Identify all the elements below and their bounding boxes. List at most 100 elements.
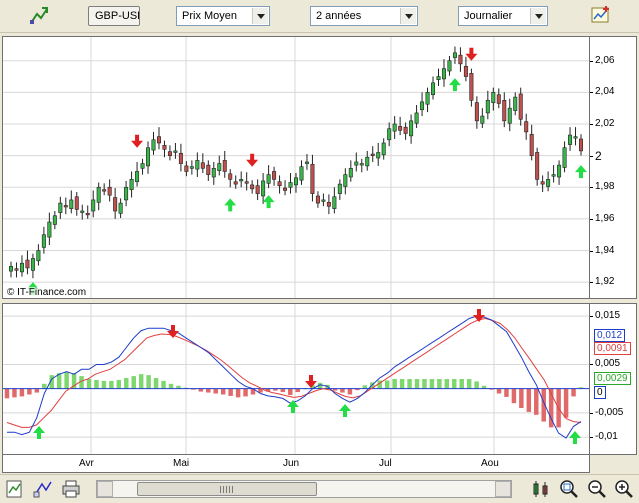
histogram-bar: [64, 371, 69, 389]
candle-body: [58, 202, 63, 213]
candle-body: [370, 153, 375, 156]
histogram-bar: [213, 388, 218, 394]
price-axis-label: 2,02: [595, 118, 615, 129]
candle-body: [217, 163, 222, 171]
buy-arrow-icon: [224, 198, 237, 212]
scrollbar-thumb[interactable]: [137, 482, 317, 496]
candle-body: [14, 268, 19, 271]
candle-body: [398, 126, 403, 131]
print-icon[interactable]: [60, 478, 82, 500]
candle-body: [463, 65, 468, 77]
candle-body: [310, 164, 315, 194]
indicator-select[interactable]: Prix Moyen: [176, 6, 270, 26]
histogram-bar: [235, 388, 241, 398]
histogram-bar: [206, 388, 211, 393]
histogram-bar: [504, 388, 509, 397]
axis-tick: [590, 282, 593, 284]
candle-body: [63, 205, 68, 208]
candle-body: [118, 202, 123, 214]
candle-body: [107, 186, 112, 196]
interval-select-value: Journalier: [464, 10, 513, 22]
histogram-bar: [340, 388, 345, 393]
chevron-down-icon: [252, 8, 268, 24]
candle-body: [124, 186, 129, 201]
candle-body: [25, 259, 30, 269]
candle-body: [452, 52, 457, 58]
histogram-bar: [519, 388, 524, 409]
add-chart-icon[interactable]: [590, 4, 612, 26]
symbol-button[interactable]: GBP-USD: [88, 6, 140, 26]
candle-body: [96, 186, 101, 203]
candle-body: [206, 164, 211, 175]
histogram-bar: [124, 378, 129, 389]
candle-body: [496, 94, 501, 104]
candle-body: [294, 177, 298, 186]
candle-body: [74, 196, 79, 210]
candle-body: [420, 101, 425, 111]
candle-body: [573, 136, 578, 139]
candle-body: [485, 99, 490, 114]
candle-body: [19, 262, 24, 273]
histogram-bar: [452, 379, 457, 389]
candle-body: [261, 180, 266, 197]
interval-select[interactable]: Journalier: [458, 6, 548, 26]
watermark: © IT-Finance.com: [7, 287, 87, 298]
histogram-bar: [168, 383, 174, 389]
indicators-icon[interactable]: [4, 478, 26, 500]
candle-body: [354, 161, 359, 166]
axis-tick: [590, 364, 593, 366]
scroll-right-button[interactable]: [495, 481, 511, 497]
date-axis-label: Aou: [481, 458, 499, 469]
candle-body: [228, 173, 233, 180]
candle-body: [211, 167, 216, 178]
histogram-bar: [146, 375, 151, 389]
chart-type-icon[interactable]: [530, 478, 552, 500]
zoom-fit-icon[interactable]: [558, 478, 580, 500]
candle-body: [146, 147, 151, 167]
candle-body: [326, 202, 331, 207]
zoom-in-icon[interactable]: [613, 478, 635, 500]
histogram-bar: [407, 379, 412, 389]
candle-body: [491, 92, 496, 103]
candle-body: [392, 123, 397, 132]
macd-axis-label: -0,005: [595, 406, 624, 418]
candle-body: [233, 181, 238, 185]
toolbar: GBP-USD Prix Moyen 2 années Journalier: [0, 0, 639, 33]
histogram-bar: [34, 388, 40, 393]
macd-chart-panel[interactable]: [2, 303, 590, 455]
scroll-left-button[interactable]: [97, 481, 113, 497]
candle-body: [277, 181, 282, 186]
histogram-bar: [414, 379, 420, 389]
candle-body: [266, 174, 271, 184]
candle-body: [156, 136, 161, 144]
price-chart-panel[interactable]: © IT-Finance.com: [2, 36, 590, 299]
indicator-select-value: Prix Moyen: [182, 10, 238, 22]
axis-tick: [590, 250, 593, 252]
histogram-bar: [459, 379, 464, 389]
candle-body: [184, 165, 189, 172]
histogram-bar: [466, 379, 472, 389]
candle-body: [425, 92, 430, 105]
candle-body: [414, 112, 419, 124]
histogram-bar: [496, 388, 502, 394]
period-select[interactable]: 2 années: [310, 6, 418, 26]
draw-tools-icon[interactable]: [32, 478, 54, 500]
axis-tick: [590, 187, 593, 189]
macd-green-value-tag: 0,0029: [594, 372, 631, 385]
candle-body: [36, 250, 41, 262]
price-axis-label: 2,06: [595, 54, 615, 66]
candle-body: [480, 115, 485, 124]
chevron-down-icon: [400, 8, 416, 24]
candle-body: [315, 195, 320, 204]
date-axis-label: Avr: [79, 458, 94, 469]
macd-chart: [3, 304, 589, 454]
chart-tools-icon[interactable]: [28, 5, 50, 27]
macd-red-value-tag: 0,0091: [594, 342, 631, 355]
histogram-bar: [347, 388, 353, 395]
time-scrollbar[interactable]: [96, 480, 512, 498]
histogram-bar: [362, 385, 368, 389]
axis-tick: [590, 437, 593, 439]
candle-body: [135, 171, 140, 183]
candle-body: [507, 107, 512, 124]
zoom-out-icon[interactable]: [586, 478, 608, 500]
